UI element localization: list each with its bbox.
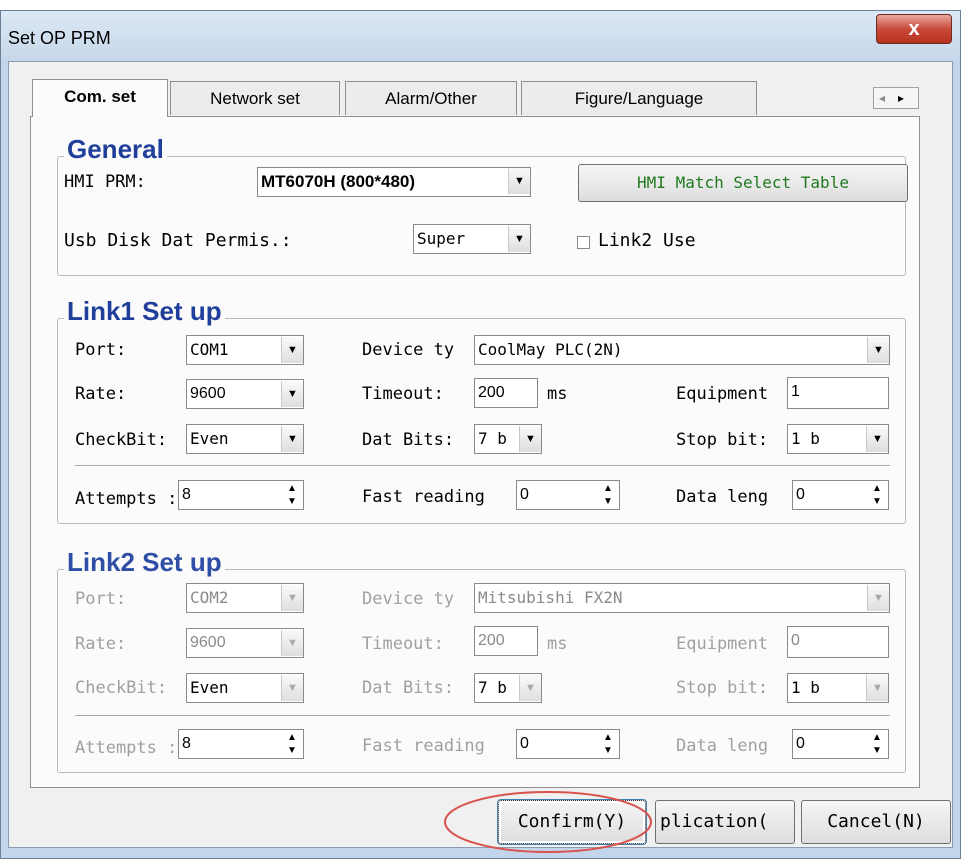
link1-timeout-input[interactable]: 200: [474, 378, 538, 408]
cancel-button[interactable]: Cancel(N): [801, 800, 951, 844]
link2-equipment-input[interactable]: 0: [787, 626, 889, 658]
dropdown-arrow-icon[interactable]: ▼: [867, 585, 889, 611]
link1-device-type-select[interactable]: CoolMay PLC(2N): [474, 335, 890, 365]
tab-network-set[interactable]: Network set: [170, 81, 340, 115]
scroll-right-icon[interactable]: ▸: [898, 88, 904, 108]
spin-arrows-icon[interactable]: ▲ ▼: [597, 731, 619, 757]
link1-attempts-label: Attempts :: [75, 489, 177, 509]
dropdown-arrow-icon[interactable]: ▼: [867, 337, 889, 363]
link1-timeout-unit: ms: [547, 384, 568, 404]
spin-down-icon[interactable]: ▼: [281, 744, 303, 757]
spin-down-icon[interactable]: ▼: [281, 495, 303, 508]
link2-databits-label: Dat Bits:: [362, 678, 455, 698]
spin-down-icon[interactable]: ▼: [597, 744, 619, 757]
hmi-prm-label: HMI PRM:: [64, 172, 146, 192]
tab-figure-language[interactable]: Figure/Language: [521, 81, 757, 115]
link1-separator: [75, 465, 890, 467]
hmi-prm-select[interactable]: MT6070H (800*480): [257, 167, 531, 197]
link2-device-type-label: Device ty: [362, 589, 455, 609]
dropdown-arrow-icon[interactable]: ▼: [508, 226, 530, 252]
link2-data-length-label: Data leng: [676, 736, 769, 756]
link2-port-label: Port:: [75, 589, 127, 609]
link2-timeout-input[interactable]: 200: [474, 626, 538, 656]
general-group-title: General: [64, 135, 167, 163]
link1-group-title: Link1 Set up: [64, 297, 225, 325]
link1-stopbit-label: Stop bit:: [676, 430, 769, 450]
link1-device-type-label: Device ty: [362, 340, 455, 360]
spin-down-icon[interactable]: ▼: [866, 744, 888, 757]
dropdown-arrow-icon[interactable]: ▼: [281, 585, 303, 611]
dropdown-arrow-icon[interactable]: ▼: [281, 630, 303, 656]
dropdown-arrow-icon[interactable]: ▼: [866, 675, 888, 701]
dropdown-arrow-icon[interactable]: ▼: [281, 675, 303, 701]
tab-alarm-other[interactable]: Alarm/Other: [345, 81, 517, 115]
tab-scroll-buttons[interactable]: ◂ ▸: [873, 87, 919, 109]
link1-port-label: Port:: [75, 340, 127, 360]
dropdown-arrow-icon[interactable]: ▼: [508, 168, 530, 194]
link2-timeout-unit: ms: [547, 634, 568, 654]
link1-timeout-label: Timeout:: [362, 384, 444, 404]
spin-down-icon[interactable]: ▼: [866, 495, 888, 508]
spin-arrows-icon[interactable]: ▲ ▼: [281, 482, 303, 508]
link1-equipment-label: Equipment: [676, 384, 769, 404]
link2-separator: [75, 715, 890, 717]
dropdown-arrow-icon[interactable]: ▼: [281, 426, 303, 452]
link2-fast-reading-label: Fast reading: [362, 736, 485, 756]
link2-use-checkbox[interactable]: [577, 236, 590, 249]
dropdown-arrow-icon[interactable]: ▼: [281, 381, 303, 407]
link2-stopbit-label: Stop bit:: [676, 678, 769, 698]
confirm-button[interactable]: Confirm(Y): [498, 800, 646, 844]
spin-up-icon[interactable]: ▲: [866, 482, 888, 495]
application-button[interactable]: plication(: [655, 800, 795, 844]
spin-up-icon[interactable]: ▲: [597, 482, 619, 495]
scroll-left-icon[interactable]: ◂: [879, 88, 885, 108]
spin-up-icon[interactable]: ▲: [597, 731, 619, 744]
link2-equipment-label: Equipment: [676, 634, 769, 654]
link1-fast-reading-label: Fast reading: [362, 487, 485, 507]
link2-group-title: Link2 Set up: [64, 548, 225, 576]
link2-checkbit-label: CheckBit:: [75, 678, 168, 698]
spin-down-icon[interactable]: ▼: [597, 495, 619, 508]
link1-equipment-input[interactable]: 1: [787, 377, 889, 409]
link2-attempts-label: Attempts :: [75, 738, 177, 758]
spin-arrows-icon[interactable]: ▲ ▼: [866, 731, 888, 757]
dropdown-arrow-icon[interactable]: ▼: [866, 426, 888, 452]
dropdown-arrow-icon[interactable]: ▼: [519, 426, 541, 452]
usb-disk-permission-label: Usb Disk Dat Permis.:: [64, 230, 292, 251]
spin-arrows-icon[interactable]: ▲ ▼: [281, 731, 303, 757]
window-title: Set OP PRM: [8, 28, 111, 48]
title-bar[interactable]: [1, 11, 960, 61]
close-button[interactable]: x: [876, 14, 952, 44]
dropdown-arrow-icon[interactable]: ▼: [281, 337, 303, 363]
link2-rate-label: Rate:: [75, 634, 127, 654]
dropdown-arrow-icon[interactable]: ▼: [519, 675, 541, 701]
link1-data-length-label: Data leng: [676, 487, 769, 507]
link2-device-type-select[interactable]: Mitsubishi FX2N: [474, 583, 890, 613]
hmi-match-select-table-button[interactable]: HMI Match Select Table: [578, 164, 908, 202]
spin-up-icon[interactable]: ▲: [281, 731, 303, 744]
link2-timeout-label: Timeout:: [362, 634, 444, 654]
spin-arrows-icon[interactable]: ▲ ▼: [866, 482, 888, 508]
link2-use-label: Link2 Use: [598, 230, 696, 251]
tab-com-set[interactable]: Com. set: [32, 79, 168, 117]
spin-up-icon[interactable]: ▲: [866, 731, 888, 744]
link1-checkbit-label: CheckBit:: [75, 430, 168, 450]
spin-arrows-icon[interactable]: ▲ ▼: [597, 482, 619, 508]
spin-up-icon[interactable]: ▲: [281, 482, 303, 495]
link1-databits-label: Dat Bits:: [362, 430, 455, 450]
link1-rate-label: Rate:: [75, 384, 127, 404]
